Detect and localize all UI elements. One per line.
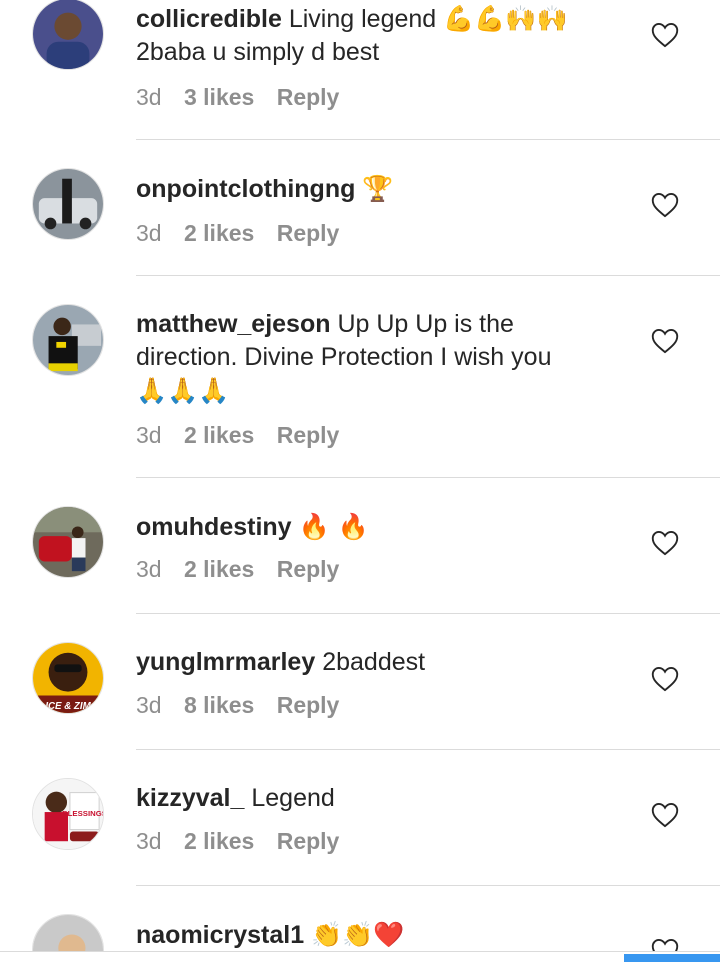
- comment-emoji: 👏👏❤️: [311, 920, 405, 949]
- comment-emoji: 🙏🙏🙏: [136, 376, 230, 405]
- avatar[interactable]: [32, 168, 104, 240]
- comment-body: yunglmrmarley 2baddest: [136, 646, 616, 679]
- reply-button[interactable]: Reply: [277, 556, 340, 582]
- bottom-edge: [0, 951, 720, 962]
- avatar[interactable]: [32, 0, 104, 70]
- comment-meta: 3d 2 likes Reply: [136, 422, 355, 449]
- comment-time: 3d: [136, 84, 162, 110]
- comment-likes[interactable]: 8 likes: [184, 692, 254, 718]
- comment-time: 3d: [136, 556, 162, 582]
- reply-button[interactable]: Reply: [277, 828, 340, 854]
- avatar[interactable]: ICE & ZIM: [32, 642, 104, 714]
- comment-likes[interactable]: 2 likes: [184, 422, 254, 448]
- comment-body: omuhdestiny 🔥 🔥: [136, 510, 616, 544]
- comment-body: kizzyval_ Legend: [136, 782, 616, 815]
- reply-button[interactable]: Reply: [277, 220, 340, 246]
- heart-outline-icon[interactable]: [651, 802, 679, 828]
- comment-item: ICE & ZIM yunglmrmarley 2baddest 3d 8 li…: [0, 614, 720, 750]
- comment-body: onpointclothingng 🏆: [136, 172, 616, 206]
- comment-username[interactable]: naomicrystal1: [136, 921, 304, 949]
- comment-likes[interactable]: 3 likes: [184, 84, 254, 110]
- comment-text: Legend: [251, 784, 335, 812]
- comment-item: BLESSINGS kizzyval_ Legend 3d 2 likes Re…: [0, 750, 720, 886]
- comment-time: 3d: [136, 692, 162, 718]
- avatar[interactable]: [32, 304, 104, 376]
- comment-likes[interactable]: 2 likes: [184, 220, 254, 246]
- comment-username[interactable]: yunglmrmarley: [136, 648, 315, 676]
- scroll-indicator: [624, 954, 720, 962]
- comment-username[interactable]: kizzyval_: [136, 784, 244, 812]
- heart-outline-icon[interactable]: [651, 22, 679, 48]
- comment-body: matthew_ejeson Up Up Up is the direction…: [136, 308, 616, 408]
- comment-item: collicredible Living legend 💪💪🙌🙌 2baba u…: [0, 0, 720, 140]
- heart-outline-icon[interactable]: [651, 192, 679, 218]
- heart-outline-icon[interactable]: [651, 328, 679, 354]
- comment-meta: 3d 8 likes Reply: [136, 692, 355, 719]
- comment-emoji: 🔥 🔥: [298, 512, 369, 541]
- avatar-text: BLESSINGS: [62, 809, 103, 818]
- avatar-text: ICE & ZIM: [45, 701, 91, 712]
- comment-username[interactable]: matthew_ejeson: [136, 310, 331, 338]
- comment-time: 3d: [136, 828, 162, 854]
- comment-username[interactable]: onpointclothingng: [136, 175, 355, 203]
- reply-button[interactable]: Reply: [277, 84, 340, 110]
- reply-button[interactable]: Reply: [277, 692, 340, 718]
- comment-time: 3d: [136, 220, 162, 246]
- comment-time: 3d: [136, 422, 162, 448]
- comment-emoji: 🏆: [362, 174, 394, 203]
- comment-username[interactable]: collicredible: [136, 5, 282, 33]
- comment-body: naomicrystal1 👏👏❤️: [136, 918, 616, 952]
- heart-outline-icon[interactable]: [651, 530, 679, 556]
- comment-text-line2: 2baba u simply d best: [136, 38, 380, 66]
- comment-emoji: 💪💪🙌🙌: [443, 4, 568, 33]
- comment-item: onpointclothingng 🏆 3d 2 likes Reply: [0, 140, 720, 276]
- comment-username[interactable]: omuhdestiny: [136, 513, 292, 541]
- avatar[interactable]: [32, 506, 104, 578]
- reply-button[interactable]: Reply: [277, 422, 340, 448]
- heart-outline-icon[interactable]: [651, 666, 679, 692]
- comment-meta: 3d 2 likes Reply: [136, 556, 355, 583]
- comment-body: collicredible Living legend 💪💪🙌🙌 2baba u…: [136, 2, 616, 69]
- comment-text: Living legend: [288, 5, 437, 33]
- comment-likes[interactable]: 2 likes: [184, 828, 254, 854]
- avatar[interactable]: BLESSINGS: [32, 778, 104, 850]
- comment-text: 2baddest: [322, 648, 426, 676]
- comment-item: matthew_ejeson Up Up Up is the direction…: [0, 276, 720, 478]
- comment-meta: 3d 2 likes Reply: [136, 828, 355, 855]
- comment-likes[interactable]: 2 likes: [184, 556, 254, 582]
- comment-meta: 3d 3 likes Reply: [136, 84, 355, 111]
- comment-item: omuhdestiny 🔥 🔥 3d 2 likes Reply: [0, 478, 720, 614]
- comment-meta: 3d 2 likes Reply: [136, 220, 355, 247]
